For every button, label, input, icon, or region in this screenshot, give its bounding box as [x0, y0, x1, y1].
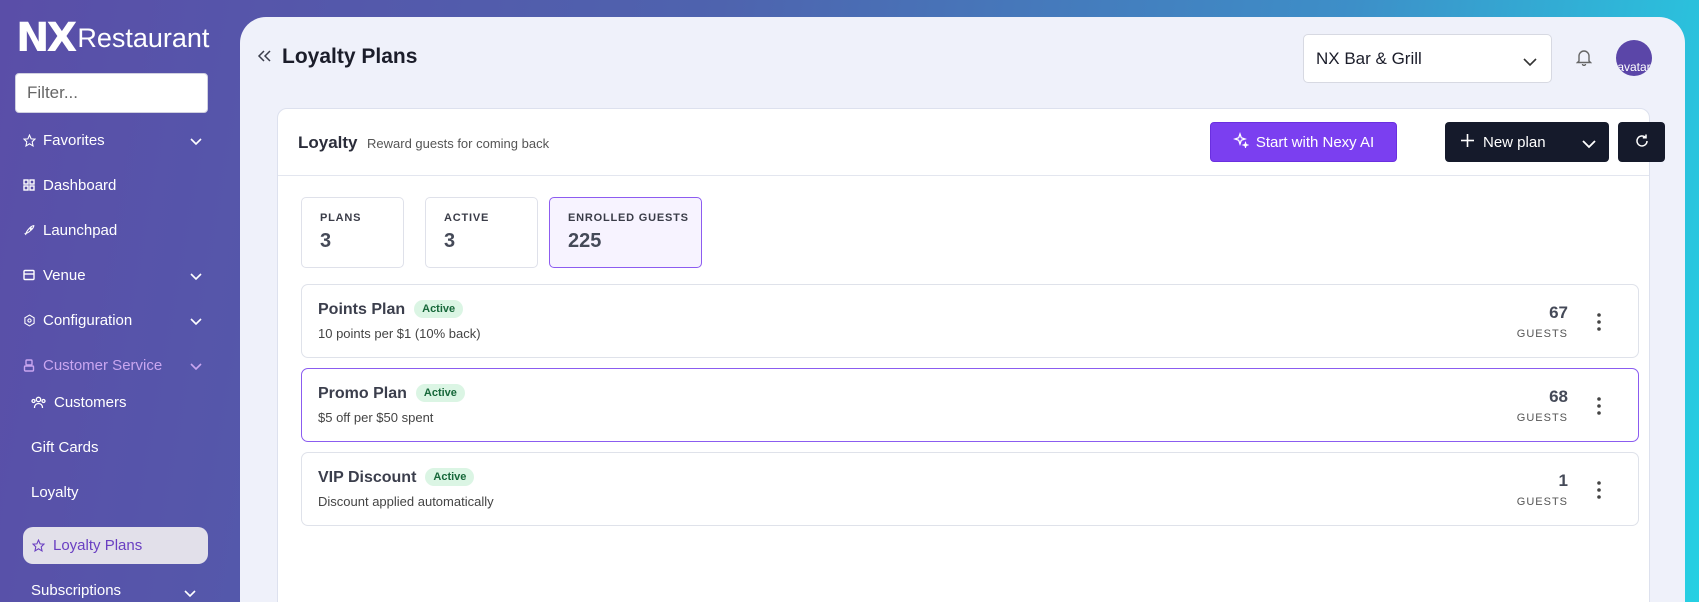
sidebar-item-gift-cards[interactable]: Gift Cards: [31, 433, 99, 461]
grid-icon: [22, 178, 36, 192]
sidebar-item-loyalty[interactable]: Loyalty: [31, 478, 79, 506]
sidebar-item-dashboard[interactable]: Dashboard: [22, 171, 202, 199]
sidebar-item-venue[interactable]: Venue: [22, 261, 202, 289]
brand-name: Restaurant: [77, 23, 210, 53]
stat-plans: PLANS 3: [301, 197, 404, 268]
plan-name-text: VIP Discount: [318, 469, 417, 486]
avatar[interactable]: avatar: [1616, 40, 1652, 76]
stat-label: PLANS: [320, 212, 362, 224]
person-icon: [22, 358, 36, 372]
status-badge: Active: [415, 384, 465, 402]
new-plan-button[interactable]: New plan: [1445, 122, 1609, 162]
stat-value: 3: [320, 230, 332, 252]
store-icon: [22, 268, 36, 282]
sidebar-item-label: Venue: [43, 266, 86, 284]
sidebar-item-label: Customers: [54, 393, 127, 411]
sidebar-item-label: Gift Cards: [31, 438, 99, 456]
plan-name: Points Plan Active: [318, 300, 464, 319]
card-subtitle: Reward guests for coming back: [367, 136, 550, 151]
rocket-icon: [22, 223, 36, 237]
stat-value: 225: [568, 230, 602, 252]
sidebar-item-label: Loyalty: [31, 483, 79, 501]
sparkle-icon: [1232, 132, 1250, 152]
more-vertical-icon[interactable]: [1596, 480, 1602, 500]
brand-mark: NX: [16, 15, 77, 61]
sidebar-item-label: Launchpad: [43, 221, 118, 239]
main-panel: Loyalty Plans NX Bar & Grill avatar Loya…: [240, 17, 1685, 602]
plus-icon: [1460, 133, 1475, 152]
plan-description: 10 points per $1 (10% back): [318, 326, 481, 341]
plan-name: Promo Plan Active: [318, 384, 465, 403]
sidebar-item-label: Favorites: [43, 131, 105, 149]
stat-enrolled-guests[interactable]: ENROLLED GUESTS 225: [549, 197, 702, 268]
button-label: Start with Nexy AI: [1255, 133, 1375, 151]
sidebar-item-label: Loyalty Plans: [53, 537, 143, 554]
plan-name: VIP Discount Active: [318, 468, 475, 487]
venue-select-value: NX Bar & Grill: [1316, 48, 1422, 68]
sidebar-item-customers[interactable]: Customers: [31, 388, 127, 416]
loyalty-card: Loyalty Reward guests for coming back St…: [277, 108, 1665, 602]
stat-active: ACTIVE 3: [425, 197, 538, 268]
plan-name-text: Points Plan: [318, 301, 406, 318]
sidebar-item-customer-service[interactable]: Customer Service: [22, 351, 202, 379]
button-label: New plan: [1483, 133, 1546, 151]
plan-guest-count: 1: [1558, 471, 1568, 490]
star-icon: [22, 133, 36, 147]
chevron-down-icon: [190, 268, 202, 285]
chevron-down-icon: [190, 358, 202, 375]
sidebar-filter-input[interactable]: [15, 73, 208, 113]
chevron-down-icon: [184, 585, 196, 602]
bell-icon[interactable]: [1575, 48, 1593, 71]
chevron-down-icon: [190, 313, 202, 330]
avatar-alt-text: avatar: [1617, 60, 1651, 74]
users-icon: [31, 396, 46, 409]
plan-guest-label: GUESTS: [1516, 412, 1568, 424]
sidebar-item-launchpad[interactable]: Launchpad: [22, 216, 202, 244]
plan-guest-label: GUESTS: [1516, 328, 1568, 340]
refresh-icon: [1634, 133, 1650, 152]
plan-row-vip-discount[interactable]: VIP Discount Active Discount applied auto…: [301, 452, 1639, 526]
status-badge: Active: [425, 468, 475, 486]
plan-row-promo-plan[interactable]: Promo Plan Active $5 off per $50 spent 68…: [301, 368, 1639, 442]
plan-guest-count: 68: [1549, 387, 1568, 406]
chevron-down-icon[interactable]: [1582, 136, 1596, 153]
more-vertical-icon[interactable]: [1596, 312, 1602, 332]
page-title: Loyalty Plans: [282, 45, 418, 68]
card-title: Loyalty: [298, 133, 358, 152]
plan-guest-label: GUESTS: [1516, 496, 1568, 508]
sidebar-item-label: Subscriptions: [31, 581, 122, 599]
chevron-down-icon: [1523, 52, 1537, 72]
plan-description: Discount applied automatically: [318, 494, 494, 509]
more-vertical-icon[interactable]: [1596, 396, 1602, 416]
plan-guest-count: 67: [1549, 303, 1568, 322]
plan-row-points-plan[interactable]: Points Plan Active 10 points per $1 (10% …: [301, 284, 1639, 358]
sidebar: NX Restaurant Favorites Dashboard Launch…: [0, 0, 240, 602]
sidebar-item-configuration[interactable]: Configuration: [22, 306, 202, 334]
plan-description: $5 off per $50 spent: [318, 410, 434, 425]
sidebar-item-subscriptions[interactable]: Subscriptions: [31, 576, 201, 602]
collapse-sidebar-icon[interactable]: [256, 48, 272, 64]
sidebar-item-favorites[interactable]: Favorites: [22, 126, 202, 154]
brand-logo[interactable]: NX Restaurant: [16, 18, 209, 58]
chevron-down-icon: [190, 133, 202, 150]
sidebar-item-label: Configuration: [43, 311, 133, 329]
refresh-button[interactable]: [1618, 122, 1665, 162]
venue-select[interactable]: NX Bar & Grill: [1303, 34, 1552, 83]
stat-label: ACTIVE: [444, 212, 490, 224]
sidebar-item-label: Dashboard: [43, 176, 117, 194]
start-with-nexy-ai-button[interactable]: Start with Nexy AI: [1210, 122, 1397, 162]
sidebar-item-loyalty-plans[interactable]: Loyalty Plans: [23, 527, 208, 564]
plan-name-text: Promo Plan: [318, 385, 407, 402]
gear-icon: [22, 313, 36, 327]
stat-value: 3: [444, 230, 456, 252]
sidebar-item-label: Customer Service: [43, 356, 163, 374]
card-header: Loyalty Reward guests for coming back St…: [278, 109, 1665, 176]
star-icon: [32, 539, 45, 552]
status-badge: Active: [414, 300, 464, 318]
stat-label: ENROLLED GUESTS: [568, 212, 689, 224]
